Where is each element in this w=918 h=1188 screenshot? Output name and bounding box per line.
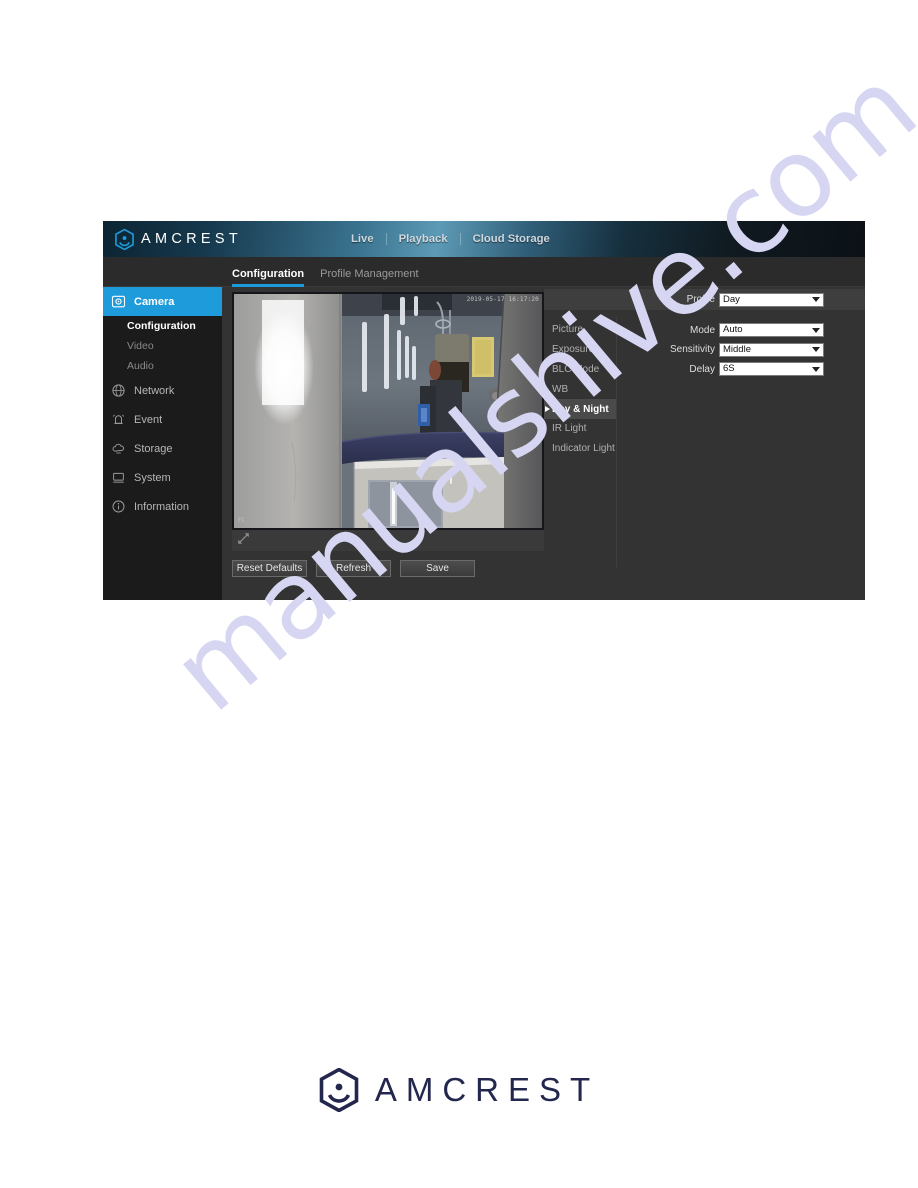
tab-profile-management[interactable]: Profile Management (320, 268, 418, 286)
video-column: 2019-05-17 16:17:20 FC Reset Defaults Re… (232, 292, 544, 577)
network-globe-icon (110, 382, 127, 399)
delay-field: Delay 6S (544, 362, 824, 376)
sensitivity-field: Sensitivity Middle (544, 342, 824, 357)
nav-cloud-storage[interactable]: Cloud Storage (461, 233, 562, 245)
sidebar-item-label: Event (134, 413, 163, 426)
nav-playback[interactable]: Playback (387, 233, 460, 245)
chevron-down-icon (812, 297, 820, 302)
fullscreen-expand-icon[interactable] (237, 532, 250, 550)
caret-right-icon (545, 406, 550, 413)
video-timestamp: 2019-05-17 16:17:20 (466, 296, 539, 303)
app-body: Camera Configuration Video Audio Network (103, 287, 865, 600)
action-button-row: Reset Defaults Refresh Save (232, 560, 544, 577)
brand-logo: AMCREST (115, 228, 242, 250)
sidebar-item-label: System (134, 471, 171, 484)
sidebar-item-system[interactable]: System (103, 463, 222, 492)
sidebar-item-label: Storage (134, 442, 173, 455)
amcrest-hex-logo-icon (319, 1068, 359, 1112)
subtab-label: Indicator Light (552, 443, 615, 455)
mode-label: Mode (689, 324, 715, 336)
cloud-storage-icon (110, 440, 127, 457)
delay-label: Delay (689, 363, 715, 375)
sidebar-item-information[interactable]: Information (103, 492, 222, 521)
subtab-label: IR Light (552, 423, 587, 435)
sidebar-item-storage[interactable]: Storage (103, 434, 222, 463)
amcrest-web-ui-window: AMCREST Live Playback Cloud Storage Conf… (103, 221, 865, 600)
subtab-indicator-light[interactable]: Indicator Light (544, 439, 616, 459)
content-area: 2019-05-17 16:17:20 FC Reset Defaults Re… (222, 287, 865, 600)
profile-select[interactable]: Day (719, 292, 824, 307)
sidebar-item-label: Camera (134, 295, 175, 308)
top-nav: Live Playback Cloud Storage (339, 233, 562, 245)
info-circle-icon (110, 498, 127, 515)
video-frame-image (232, 292, 544, 530)
sidebar-item-video[interactable]: Video (103, 336, 222, 356)
chevron-down-icon (812, 347, 820, 352)
profile-row: Profile Day (544, 289, 865, 310)
mode-value: Auto (723, 324, 743, 335)
sidebar-item-configuration[interactable]: Configuration (103, 316, 222, 336)
sidebar-item-audio[interactable]: Audio (103, 356, 222, 376)
footer-brand-logo: AMCREST (0, 1068, 918, 1112)
profile-field: Profile Day (686, 292, 824, 307)
delay-value: 6S (723, 363, 735, 374)
amcrest-hex-logo-icon (115, 228, 134, 250)
sidebar-item-label: Network (134, 384, 175, 397)
top-banner: AMCREST Live Playback Cloud Storage (103, 221, 865, 257)
sidebar-item-label: Information (134, 500, 190, 513)
nav-live[interactable]: Live (339, 233, 386, 245)
sensitivity-value: Middle (723, 343, 751, 355)
sensitivity-label: Sensitivity (669, 344, 715, 355)
tab-strip: Configuration Profile Management (103, 257, 865, 287)
subtab-day-and-night[interactable]: Day & Night (544, 399, 616, 419)
brand-wordmark: AMCREST (141, 231, 242, 247)
refresh-button[interactable]: Refresh (316, 560, 391, 577)
sidebar: Camera Configuration Video Audio Network (103, 287, 233, 600)
footer-brand-wordmark: AMCREST (374, 1071, 600, 1108)
profile-value: Day (723, 293, 740, 305)
profile-label: Profile (686, 294, 715, 305)
reset-defaults-button[interactable]: Reset Defaults (232, 560, 307, 577)
chevron-down-icon (812, 366, 820, 372)
sidebar-item-event[interactable]: Event (103, 405, 222, 434)
sidebar-item-label: Configuration (127, 320, 196, 332)
mode-select[interactable]: Auto (719, 323, 824, 337)
mode-field: Mode Auto (544, 323, 824, 337)
camera-icon (110, 293, 127, 310)
sidebar-item-label: Audio (127, 360, 154, 372)
subtab-label: Day & Night (552, 403, 609, 415)
sidebar-item-network[interactable]: Network (103, 376, 222, 405)
sidebar-item-camera[interactable]: Camera (103, 287, 233, 316)
delay-select[interactable]: 6S (719, 362, 824, 376)
alarm-bell-icon (110, 411, 127, 428)
sidebar-item-label: Video (127, 340, 154, 352)
video-toolbar (232, 530, 544, 551)
chevron-down-icon (812, 327, 820, 333)
video-corner-label: FC (238, 517, 246, 524)
day-night-settings-form: Mode Auto Sensitivity Middle Delay 6S (544, 323, 824, 382)
subtab-ir-light[interactable]: IR Light (544, 419, 616, 439)
sensitivity-select[interactable]: Middle (719, 342, 824, 357)
monitor-icon (110, 469, 127, 486)
subtab-label: WB (552, 383, 569, 395)
save-button[interactable]: Save (400, 560, 475, 577)
tab-configuration[interactable]: Configuration (232, 268, 305, 287)
live-video-preview[interactable]: 2019-05-17 16:17:20 FC (232, 292, 544, 530)
subtab-wb[interactable]: WB (544, 379, 616, 399)
